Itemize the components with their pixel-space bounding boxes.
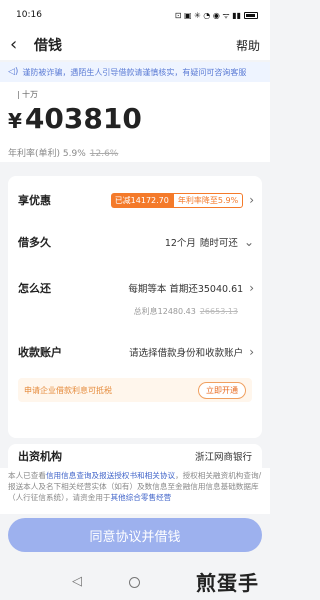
saved-badge: 已减14172.70 xyxy=(110,192,173,208)
chevron-right-icon: › xyxy=(249,345,254,359)
amount-input[interactable]: ¥ 403810 xyxy=(8,102,142,135)
status-bar: 10:16 ⊡ ▣ ✳ ◔ ◉ ᯤ ▮▮ xyxy=(0,0,270,30)
account-label: 收款账户 xyxy=(18,346,62,359)
status-time: 10:16 xyxy=(16,10,42,20)
interest-summary: 总利息12480.43 26653.13 xyxy=(134,306,238,317)
system-home-icon[interactable] xyxy=(129,577,140,588)
unit-hint: 十万 xyxy=(18,89,38,100)
chevron-right-icon: › xyxy=(249,281,254,295)
enterprise-loan-banner: 申请企业借款利息可抵税 立即开通 xyxy=(18,378,252,402)
notice-text: 谨防被诈骗，遇陌生人引导借款请谨慎核实，有疑问可咨询客服 xyxy=(22,67,247,77)
total-interest: 总利息12480.43 xyxy=(133,307,196,316)
back-arrow-icon[interactable]: ‹ xyxy=(10,36,28,54)
authorization-link[interactable]: 信用信息查询及报送授权书和相关协议 xyxy=(46,471,175,480)
funder-value: 浙江网商银行 xyxy=(194,452,252,463)
discount-label: 享优惠 xyxy=(18,194,51,207)
original-rate: 12.6% xyxy=(89,149,119,159)
chevron-right-icon: › xyxy=(249,193,254,207)
term-row[interactable]: 借多久 12个月 随时可还 ⌄ xyxy=(18,234,254,250)
page-title: 借钱 xyxy=(34,38,62,54)
loan-detail-card: 享优惠 已减14172.70 年利率降至5.9% › 借多久 12个月 随时可还… xyxy=(8,176,262,438)
agree-and-borrow-button[interactable]: 同意协议并借钱 xyxy=(8,518,262,552)
term-action: 随时可还 xyxy=(199,238,238,249)
agreement-prefix: 本人已查看 xyxy=(8,471,46,480)
chevron-down-icon: ⌄ xyxy=(243,235,254,249)
enterprise-text: 申请企业借款利息可抵税 xyxy=(24,385,112,395)
repay-row[interactable]: 怎么还 每期等本 首期还35040.61 › xyxy=(18,280,254,296)
repay-value: 每期等本 首期还35040.61 xyxy=(128,284,244,295)
help-link[interactable]: 帮助 xyxy=(236,37,260,54)
currency-symbol: ¥ xyxy=(8,109,22,133)
term-label: 借多久 xyxy=(18,236,51,249)
usage-link[interactable]: 其他综合零售经营 xyxy=(111,493,172,502)
unit-tick xyxy=(18,90,19,99)
account-value: 请选择借款身份和收款账户 xyxy=(129,348,244,359)
rate-label: 年利率(单利) 5.9% xyxy=(8,149,86,159)
agreement-text: 本人已查看信用信息查询及报送授权书和相关协议，授权相关融资机构查询/报送本人及名… xyxy=(0,468,270,514)
unit-hint-text: 十万 xyxy=(22,90,38,99)
watermark: 煎蛋手游 xyxy=(196,571,259,595)
battery-icon xyxy=(244,11,258,19)
account-row[interactable]: 收款账户 请选择借款身份和收款账户 › xyxy=(18,344,254,360)
status-icons: ⊡ ▣ ✳ ◔ ◉ ᯤ ▮▮ xyxy=(175,10,258,21)
rate-row: 年利率(单利) 5.9% 12.6% xyxy=(8,146,118,159)
discount-row[interactable]: 享优惠 已减14172.70 年利率降至5.9% › xyxy=(18,192,254,208)
speaker-icon: ◁) xyxy=(8,67,19,77)
open-enterprise-button[interactable]: 立即开通 xyxy=(198,381,246,399)
amount-value[interactable]: 403810 xyxy=(25,102,142,135)
funder-label: 出资机构 xyxy=(18,450,62,463)
notice-banner: ◁) 谨防被诈骗，遇陌生人引导借款请谨慎核实，有疑问可咨询客服 xyxy=(0,62,270,82)
rate-drop-badge: 年利率降至5.9% xyxy=(172,192,244,208)
repay-label: 怎么还 xyxy=(18,282,51,295)
term-value: 12个月 xyxy=(164,238,196,249)
nav-bar: ‹ 借钱 帮助 xyxy=(0,30,270,60)
amount-area: 十万 ¥ 403810 年利率(单利) 5.9% 12.6% xyxy=(0,82,270,162)
funder-row: 出资机构 浙江网商银行 xyxy=(8,444,262,468)
status-glyphs: ⊡ ▣ ✳ ◔ ◉ ᯤ ▮▮ xyxy=(174,10,241,20)
system-back-icon[interactable]: ◁ xyxy=(72,574,82,589)
original-interest: 26653.13 xyxy=(199,307,238,316)
